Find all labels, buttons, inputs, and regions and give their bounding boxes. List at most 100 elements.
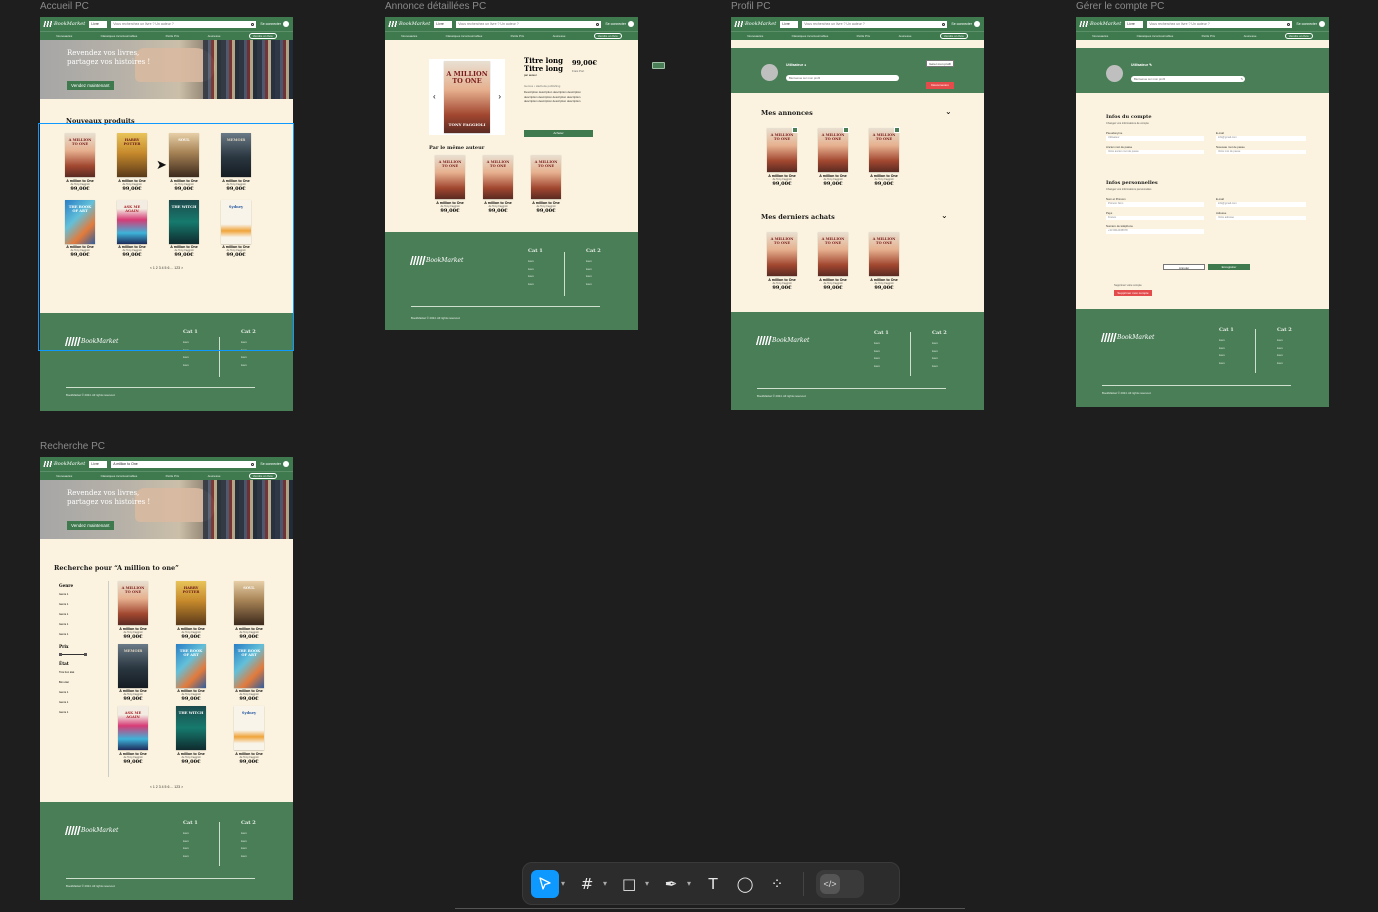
product-author[interactable]: par auteur	[524, 73, 586, 77]
product-card[interactable]: A MILLION TO ONE A million to One de Tony …	[869, 127, 900, 187]
nav-sell-button[interactable]: Vendre un livre	[248, 473, 277, 479]
design-canvas[interactable]: Accueil PC Annonce détaillées PC Profil …	[0, 0, 1378, 912]
product-card[interactable]: ASK ME AGAIN A million to One de Tony Fagg…	[110, 706, 156, 765]
footer-link[interactable]: Lien	[241, 354, 256, 362]
product-card[interactable]: MEMOIR A million to One de Tony Faggioli 99…	[110, 643, 156, 702]
footer-link[interactable]: Lien	[241, 838, 256, 846]
footer-link[interactable]: Lien	[528, 273, 543, 281]
site-logo[interactable]: BookMarket	[43, 461, 85, 467]
filter-genre-item[interactable]: Genre 1	[59, 600, 99, 610]
frame-label-detail[interactable]: Annonce détaillées PC	[385, 1, 486, 12]
product-card[interactable]: SOUL A million to One de Tony Faggioli 99,0…	[226, 581, 272, 640]
footer-link[interactable]: Lien	[1277, 345, 1292, 353]
field-input[interactable]: Prénom Nom	[1106, 202, 1204, 207]
login-link[interactable]: Se connecter	[605, 21, 634, 27]
filter-genre-item[interactable]: Genre 1	[59, 610, 99, 620]
footer-link[interactable]: Lien	[241, 362, 256, 370]
field-input[interactable]: Votre adresse	[1216, 215, 1306, 220]
site-logo[interactable]: BookMarket	[388, 21, 430, 27]
frame-detail[interactable]: BookMarket Livre Vous recherchez un livr…	[385, 17, 638, 330]
frame-label-account[interactable]: Gérer le compte PC	[1076, 1, 1164, 12]
filter-genre-item[interactable]: Genre 1	[59, 590, 99, 600]
nav-classics[interactable]: Classiques incontournables	[446, 34, 483, 38]
footer-link[interactable]: Lien	[528, 266, 543, 274]
field-input[interactable]: Utilisateur	[1106, 136, 1204, 141]
footer-link[interactable]: Lien	[241, 853, 256, 861]
price-slider[interactable]	[59, 651, 87, 657]
filter-genre-item[interactable]: Genre 1	[59, 630, 99, 640]
footer-link[interactable]: Lien	[874, 340, 889, 348]
nav-small-prices[interactable]: Petits Prix	[1202, 34, 1216, 38]
footer-link[interactable]: Lien	[1277, 352, 1292, 360]
category-select[interactable]: Livre	[434, 20, 453, 28]
slider-handle-min[interactable]	[59, 652, 62, 656]
footer-logo[interactable]: BookMarket	[1100, 333, 1154, 342]
delete-account-button[interactable]: Supprimer mon compte	[1114, 290, 1152, 296]
footer-link[interactable]: Lien	[932, 355, 947, 363]
actions-tool-button[interactable]: ⁘	[763, 870, 791, 898]
move-tool-button[interactable]	[531, 869, 559, 898]
edit-profile-button[interactable]: Gérer mon profil	[926, 60, 954, 67]
footer-link[interactable]: Lien	[1219, 352, 1234, 360]
footer-link[interactable]: Lien	[528, 281, 543, 289]
product-card[interactable]: A MILLION TO ONE A million to One de Tony …	[531, 155, 561, 214]
nav-new[interactable]: Nouveautés	[1092, 34, 1108, 38]
footer-link[interactable]: Lien	[586, 258, 601, 266]
product-card[interactable]: A MILLION TO ONE A million to One de Tony …	[767, 127, 798, 187]
slider-handle-max[interactable]	[84, 652, 87, 656]
footer-link[interactable]: Lien	[586, 281, 601, 289]
footer-link[interactable]: Lien	[586, 266, 601, 274]
site-logo[interactable]: BookMarket	[1079, 21, 1121, 27]
footer-link[interactable]: Lien	[1219, 337, 1234, 345]
footer-link[interactable]: Lien	[1219, 345, 1234, 353]
frame-search[interactable]: BookMarket Livre A million to One Se con…	[40, 457, 293, 900]
category-select[interactable]: Livre	[780, 20, 799, 28]
horizontal-scrollbar[interactable]	[455, 908, 965, 912]
pen-tool-button[interactable]: ✒	[657, 870, 685, 898]
nav-new[interactable]: Nouveautés	[747, 34, 763, 38]
product-card[interactable]: A MILLION TO ONE A million to One de Tony …	[435, 155, 465, 214]
chevron-down-icon[interactable]: ⌄	[941, 211, 948, 220]
gallery-prev-icon[interactable]: ‹	[433, 92, 436, 101]
footer-link[interactable]: Lien	[241, 830, 256, 838]
login-link[interactable]: Se connecter	[260, 21, 289, 27]
product-card[interactable]: HARRY POTTER A million to One de Tony Fagg…	[168, 581, 214, 640]
chevron-down-icon[interactable]: ▾	[561, 879, 565, 888]
search-input[interactable]: A million to One	[111, 460, 257, 468]
search-input[interactable]: Vous recherchez un livre ? Un auteur ?	[1147, 20, 1293, 28]
footer-logo[interactable]: BookMarket	[409, 256, 463, 265]
product-card[interactable]: Sydney A million to One de Tony Faggioli 99…	[226, 706, 272, 765]
footer-link[interactable]: Lien	[183, 838, 198, 846]
nav-small-prices[interactable]: Petits Prix	[166, 474, 180, 478]
product-card[interactable]: THE BOOK OF ART A million to One de Tony F…	[168, 643, 214, 702]
product-card[interactable]: THE BOOK OF ART A million to One de Tony F…	[226, 643, 272, 702]
footer-link[interactable]: Lien	[1219, 360, 1234, 368]
nav-small-prices[interactable]: Petits Prix	[511, 34, 525, 38]
field-input[interactable]: Votre ancien mot de passe	[1106, 149, 1204, 154]
nav-new[interactable]: Nouveautés	[56, 474, 72, 478]
edit-icon[interactable]	[792, 127, 798, 133]
site-logo[interactable]: BookMarket	[734, 21, 776, 27]
footer-link[interactable]: Lien	[1277, 337, 1292, 345]
nav-classics[interactable]: Classiques incontournables	[1137, 34, 1174, 38]
product-card[interactable]: A MILLION TO ONE A million to One de Tony …	[818, 232, 848, 291]
footer-link[interactable]: Lien	[183, 853, 198, 861]
gallery-next-icon[interactable]: ›	[498, 92, 501, 101]
cancel-button[interactable]: Annuler	[1163, 264, 1205, 270]
frame-label-home[interactable]: Accueil PC	[40, 1, 89, 12]
footer-link[interactable]: Lien	[183, 845, 198, 853]
footer-link[interactable]: Lien	[528, 258, 543, 266]
chevron-down-icon[interactable]: ▾	[645, 879, 649, 888]
hero-cta-button[interactable]: Vendez maintenant	[67, 521, 114, 530]
field-input[interactable]: info@gmail.com	[1216, 136, 1306, 141]
product-card[interactable]: THE WITCH A million to One de Tony Faggiol…	[168, 706, 214, 765]
hero-cta-button[interactable]: Vendez maintenant	[67, 81, 114, 90]
text-tool-button[interactable]: T	[699, 870, 727, 898]
edit-icon[interactable]	[894, 127, 900, 133]
nav-new[interactable]: Nouveautés	[401, 34, 417, 38]
category-select[interactable]: Livre	[89, 460, 108, 468]
nav-sell-button[interactable]: Vendre un livre	[593, 33, 622, 39]
login-link[interactable]: Se connecter	[1296, 21, 1325, 27]
account-username[interactable]: Utilisateur ✎	[1131, 63, 1152, 67]
frame-label-profile[interactable]: Profil PC	[731, 1, 770, 12]
